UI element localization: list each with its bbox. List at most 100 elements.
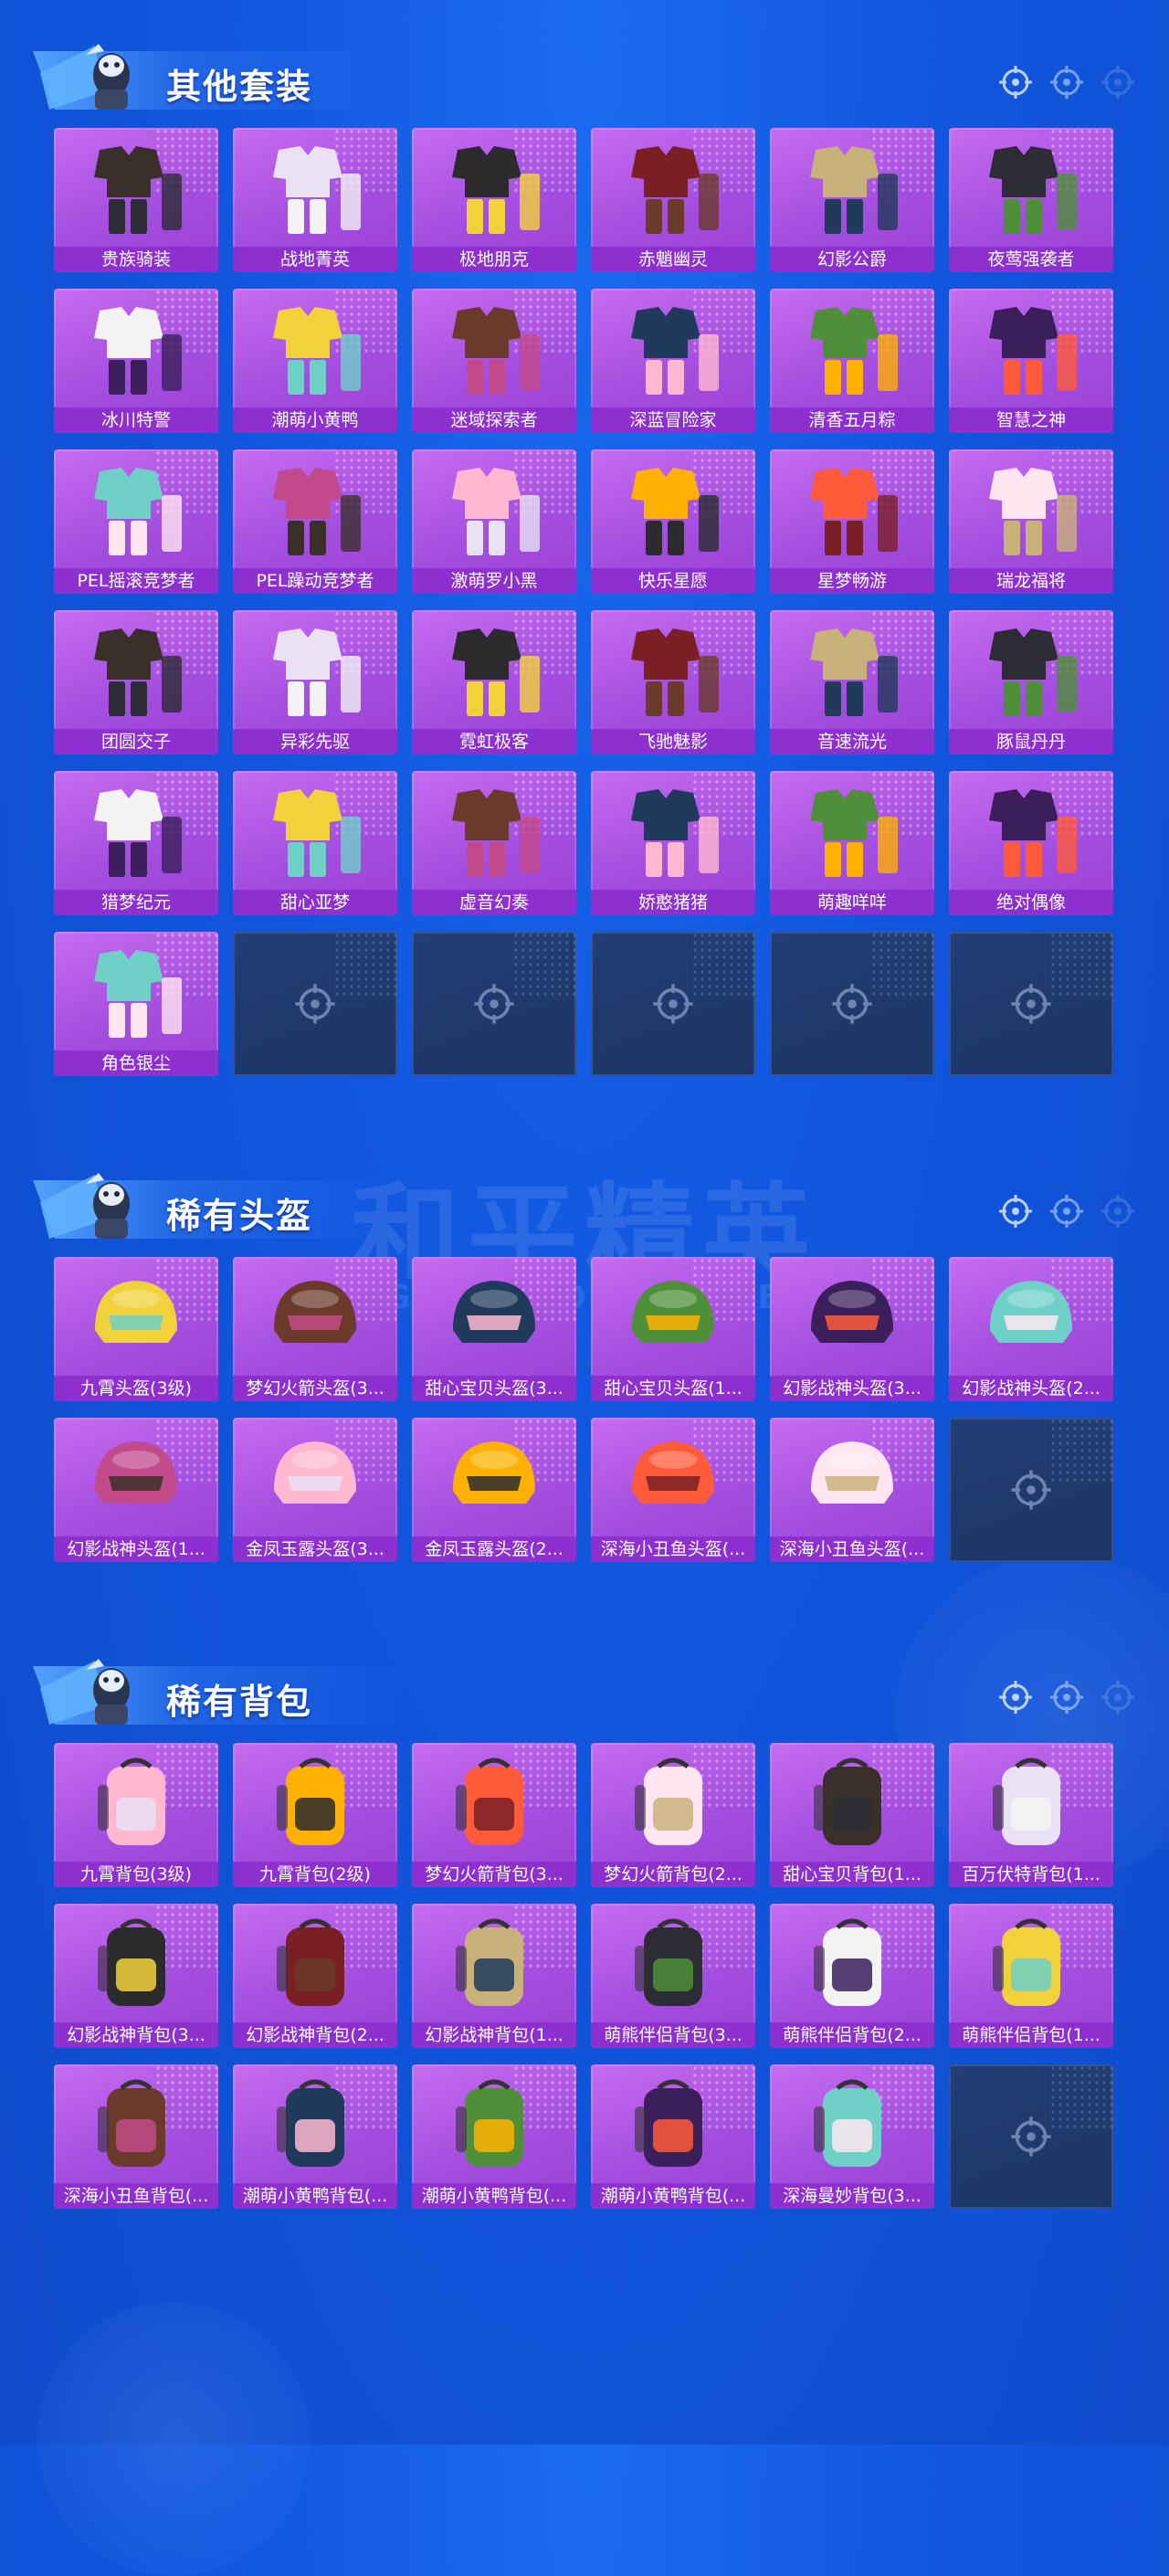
item-card[interactable]: 音速流光: [770, 610, 934, 755]
item-card[interactable]: 梦幻火箭头盔(3...: [233, 1257, 397, 1401]
section-2: 稀有头盔九霄头盔(3级) 梦幻火箭头盔(3... 甜心宝贝头盔(3... 甜心宝贝头盔…: [0, 1129, 1169, 1562]
section-title: 稀有头盔: [166, 1196, 313, 1236]
item-card[interactable]: 萌熊伴侣背包(2...: [770, 1904, 934, 2048]
backpack-icon: [635, 1918, 702, 2006]
item-card[interactable]: PEL躁动竞梦者: [233, 449, 397, 594]
item-name: 梦幻火箭头盔(3...: [233, 1376, 397, 1401]
item-card[interactable]: 深蓝冒险家: [591, 289, 755, 433]
item-card[interactable]: 夜莺强袭者: [949, 128, 1113, 272]
backpack-icon: [814, 1758, 881, 1845]
item-card[interactable]: 霓虹极客: [412, 610, 576, 755]
item-name: 赤魈幽灵: [591, 247, 755, 272]
reticle-decoration: [997, 64, 1136, 100]
item-card[interactable]: 百万伏特背包(1...: [949, 1743, 1113, 1887]
item-card[interactable]: 甜心宝贝头盔(1...: [591, 1257, 755, 1401]
item-card[interactable]: 激萌罗小黑: [412, 449, 576, 594]
item-name: 深海小丑鱼背包(...: [54, 2183, 218, 2209]
backpack-icon: [456, 1918, 523, 2006]
outfit-icon: [810, 146, 898, 234]
item-name: 猎梦纪元: [54, 890, 218, 915]
item-card[interactable]: 潮萌小黄鸭背包(...: [591, 2064, 755, 2209]
section-header: 稀有背包: [0, 1615, 1169, 1725]
item-card[interactable]: 快乐星愿: [591, 449, 755, 594]
item-card[interactable]: 极地朋克: [412, 128, 576, 272]
item-card[interactable]: 金凤玉露头盔(2...: [412, 1418, 576, 1562]
item-card[interactable]: 冰川特警: [54, 289, 218, 433]
item-card[interactable]: 深海曼妙背包(3...: [770, 2064, 934, 2209]
item-card[interactable]: 梦幻火箭背包(3...: [412, 1743, 576, 1887]
item-name: 深海小丑鱼头盔(...: [591, 1536, 755, 1562]
item-card[interactable]: 幻影战神背包(2...: [233, 1904, 397, 2048]
item-card[interactable]: 梦幻火箭背包(2...: [591, 1743, 755, 1887]
item-card[interactable]: 豚鼠丹丹: [949, 610, 1113, 755]
item-card[interactable]: 深海小丑鱼头盔(...: [770, 1418, 934, 1562]
item-card[interactable]: 赤魈幽灵: [591, 128, 755, 272]
item-card[interactable]: 深海小丑鱼背包(...: [54, 2064, 218, 2209]
item-card[interactable]: 甜心宝贝背包(1...: [770, 1743, 934, 1887]
item-card[interactable]: 甜心宝贝头盔(3...: [412, 1257, 576, 1401]
item-card[interactable]: 幻影战神背包(1...: [412, 1904, 576, 2048]
item-card[interactable]: 萌熊伴侣背包(3...: [591, 1904, 755, 2048]
backpack-icon: [635, 2079, 702, 2167]
item-card[interactable]: 幻影战神头盔(3...: [770, 1257, 934, 1401]
item-card[interactable]: 飞驰魅影: [591, 610, 755, 755]
item-name: 甜心宝贝背包(1...: [770, 1862, 934, 1887]
item-card[interactable]: 娇憨猪猪: [591, 771, 755, 915]
item-card[interactable]: 异彩先驱: [233, 610, 397, 755]
item-card[interactable]: 智慧之神: [949, 289, 1113, 433]
item-name: 角色银尘: [54, 1050, 218, 1076]
item-name: 智慧之神: [949, 407, 1113, 433]
item-card[interactable]: 九霄头盔(3级): [54, 1257, 218, 1401]
crosshair-icon: [999, 1681, 1032, 1714]
outfit-icon: [94, 146, 182, 234]
backpack-icon: [277, 1758, 344, 1845]
item-card[interactable]: 贵族骑装: [54, 128, 218, 272]
item-card[interactable]: 金凤玉露头盔(3...: [233, 1418, 397, 1562]
crosshair-icon: [999, 66, 1032, 99]
item-name: 娇憨猪猪: [591, 890, 755, 915]
item-card[interactable]: 萌熊伴侣背包(1...: [949, 1904, 1113, 2048]
item-card[interactable]: 九霄背包(3级): [54, 1743, 218, 1887]
item-card[interactable]: 萌趣咩咩: [770, 771, 934, 915]
item-card[interactable]: 幻影战神头盔(2...: [949, 1257, 1113, 1401]
item-card[interactable]: 九霄背包(2级): [233, 1743, 397, 1887]
empty-slot: [233, 932, 397, 1076]
item-card[interactable]: 清香五月粽: [770, 289, 934, 433]
item-name: 清香五月粽: [770, 407, 934, 433]
item-name: 霓虹极客: [412, 729, 576, 755]
item-name: 团圆交子: [54, 729, 218, 755]
item-card[interactable]: 星梦畅游: [770, 449, 934, 594]
item-name: 贵族骑装: [54, 247, 218, 272]
item-card[interactable]: 潮萌小黄鸭背包(...: [233, 2064, 397, 2209]
item-card[interactable]: 潮萌小黄鸭: [233, 289, 397, 433]
item-card[interactable]: 甜心亚梦: [233, 771, 397, 915]
item-card[interactable]: 瑞龙福将: [949, 449, 1113, 594]
item-card[interactable]: 团圆交子: [54, 610, 218, 755]
item-name: 音速流光: [770, 729, 934, 755]
item-name: 幻影战神背包(3...: [54, 2022, 218, 2048]
item-name: 幻影战神头盔(2...: [949, 1376, 1113, 1401]
outfit-icon: [452, 628, 540, 716]
backpack-icon: [98, 1918, 165, 2006]
item-name: 萌熊伴侣背包(2...: [770, 2022, 934, 2048]
item-card[interactable]: PEL摇滚竞梦者: [54, 449, 218, 594]
outfit-icon: [631, 468, 719, 555]
crosshair-icon: [1050, 66, 1083, 99]
backpack-icon: [456, 1758, 523, 1845]
outfit-icon: [810, 789, 898, 877]
item-card[interactable]: 幻影战神背包(3...: [54, 1904, 218, 2048]
item-card[interactable]: 迷域探索者: [412, 289, 576, 433]
item-card[interactable]: 绝对偶像: [949, 771, 1113, 915]
item-card[interactable]: 幻影公爵: [770, 128, 934, 272]
reticle-decoration: [997, 1193, 1136, 1230]
item-card[interactable]: 潮萌小黄鸭背包(...: [412, 2064, 576, 2209]
helmet-icon: [95, 1281, 177, 1343]
item-card[interactable]: 角色银尘: [54, 932, 218, 1076]
item-card[interactable]: 猎梦纪元: [54, 771, 218, 915]
item-card[interactable]: 战地菁英: [233, 128, 397, 272]
item-card[interactable]: 幻影战神头盔(1...: [54, 1418, 218, 1562]
outfit-icon: [273, 789, 361, 877]
item-card[interactable]: 虚音幻奏: [412, 771, 576, 915]
item-card[interactable]: 深海小丑鱼头盔(...: [591, 1418, 755, 1562]
helmet-icon: [990, 1281, 1072, 1343]
